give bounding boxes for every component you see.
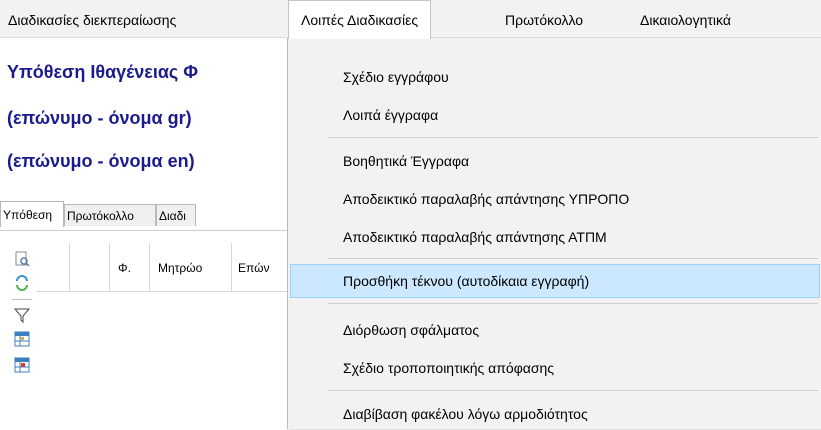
menu-item-prosthiki-teknou[interactable]: Προσθήκη τέκνου (αυτοδίκαια εγγραφή) — [343, 266, 589, 296]
grid-col-f[interactable]: Φ. — [109, 243, 149, 291]
tab-diadikasies[interactable]: Διαδι — [156, 204, 196, 226]
case-name-gr: (επώνυμο - όνομα gr) — [7, 108, 192, 128]
refresh-icon[interactable] — [12, 273, 32, 293]
loipes-diadikasies-dropdown: Σχέδιο εγγράφου Λοιπά έγγραφα Βοηθητικά … — [287, 38, 821, 429]
menu-item-loipa-eggrafa[interactable]: Λοιπά έγγραφα — [343, 100, 438, 130]
menu-loipes-diadikasies[interactable]: Λοιπές Διαδικασίες — [288, 0, 432, 39]
menu-item-diavivasi-fakelou[interactable]: Διαβίβαση φακέλου λόγω αρμοδιότητος — [343, 399, 588, 429]
grid-icon[interactable] — [12, 329, 32, 349]
grid-col-mitroo[interactable]: Μητρώο — [149, 243, 231, 291]
tab-ypothesi[interactable]: Υπόθεση — [0, 201, 64, 227]
toolbar-separator — [12, 299, 32, 300]
menu-diadikasies-diekperaiosis[interactable]: Διαδικασίες διεκπεραίωσης — [8, 0, 176, 38]
menu-item-diorthosi-sfalmatos[interactable]: Διόρθωση σφάλματος — [343, 315, 479, 345]
menu-item-apodeiktiko-ypropo[interactable]: Αποδεικτικό παραλαβής απάντησης ΥΠΡΟΠΟ — [343, 184, 629, 214]
menu-item-voithitika-eggrafa[interactable]: Βοηθητικά Έγγραφα — [343, 146, 469, 176]
menu-bar: Διαδικασίες διεκπεραίωσης Λοιπές Διαδικα… — [0, 0, 821, 39]
grid-red-icon[interactable] — [12, 355, 32, 375]
menu-protokollo[interactable]: Πρωτόκολλο — [505, 0, 583, 38]
filter-icon[interactable] — [12, 305, 32, 325]
menu-separator — [328, 137, 818, 138]
menu-item-apodeiktiko-atpm[interactable]: Αποδεικτικό παραλαβής απάντησης ΑΤΠΜ — [343, 222, 607, 252]
menu-item-schedio-tropopoiitikis[interactable]: Σχέδιο τροποποιητικής απόφασης — [343, 353, 554, 383]
case-panel: Φ. Μητρώο Επών — [0, 230, 300, 430]
menu-separator — [328, 303, 818, 304]
menu-item-schedio-eggrafou[interactable]: Σχέδιο εγγράφου — [343, 62, 449, 92]
grid-header: Φ. Μητρώο Επών — [37, 243, 300, 292]
menu-dikaiologitika[interactable]: Δικαιολογητικά — [640, 0, 731, 38]
preview-icon[interactable] — [12, 249, 32, 269]
case-name-en: (επώνυμο - όνομα en) — [7, 151, 195, 171]
case-title: Υπόθεση Ιθαγένειας Φ — [7, 62, 199, 82]
tab-protokollo[interactable]: Πρωτόκολλο — [64, 204, 156, 226]
grid-col-select[interactable] — [69, 243, 110, 291]
tab-strip: Υπόθεση Πρωτόκολλο Διαδι — [0, 196, 300, 227]
menu-separator — [328, 258, 818, 259]
menu-separator — [328, 390, 818, 391]
